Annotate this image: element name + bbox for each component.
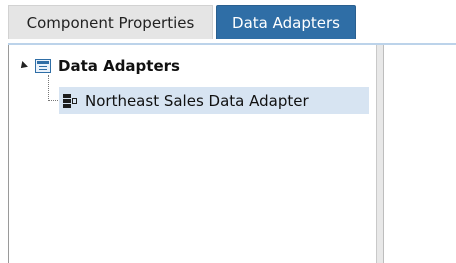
tree-node-northeast-sales-data-adapter[interactable]: Northeast Sales Data Adapter [59, 87, 369, 114]
tab-strip: Component Properties Data Adapters [0, 0, 456, 45]
tree-node-label: Data Adapters [58, 57, 180, 75]
tree-connector-line [48, 75, 49, 101]
tree-connector-line [48, 100, 58, 101]
panel-splitter[interactable] [376, 45, 384, 263]
tab-data-adapters[interactable]: Data Adapters [216, 5, 356, 39]
expand-collapse-icon[interactable] [18, 61, 28, 71]
tab-label: Component Properties [26, 13, 195, 32]
data-adapter-icon [63, 93, 77, 109]
tab-label: Data Adapters [232, 13, 340, 32]
properties-panel [384, 45, 456, 263]
tree-node-label: Northeast Sales Data Adapter [85, 91, 309, 110]
table-icon [35, 59, 51, 73]
tab-component-properties[interactable]: Component Properties [8, 5, 213, 39]
tree-node-data-adapters[interactable]: Data Adapters [18, 53, 180, 79]
data-adapters-tree: Data Adapters Northeast Sales Data Adapt… [8, 45, 376, 263]
